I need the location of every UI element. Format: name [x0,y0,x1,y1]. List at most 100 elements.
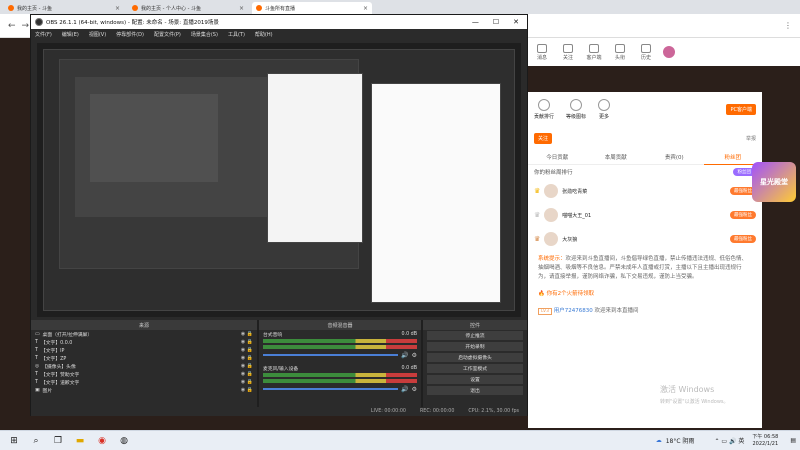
source-item[interactable]: ▣ 图片 ◉ 🔒 [31,386,257,394]
system-tray-icons[interactable]: ⌃ ▭ 🔊 英 [714,436,744,445]
visibility-icon[interactable]: ◉ 🔒 [241,355,253,361]
visibility-icon[interactable]: ◉ 🔒 [241,371,253,377]
header-icon-history[interactable]: 历史 [636,43,656,61]
user-avatar[interactable] [662,45,676,59]
menu-tools[interactable]: 工具(T) [228,31,245,38]
gear-icon[interactable]: ⚙ [412,352,417,359]
obs-window: OBS 26.1.1 (64-bit, windows) - 配置: 未命名 -… [30,14,528,416]
header-icon-title[interactable]: 头衔 [610,43,630,61]
follow-button[interactable]: 关注 [534,132,553,144]
browser-tab-active[interactable]: 斗鱼所有直播 × [252,2,372,14]
menu-scene-collection[interactable]: 场景集合(S) [191,31,218,38]
close-tab-icon[interactable]: × [363,5,368,12]
rank-item[interactable]: ♛ 张勋吃青菜 最强粉丝 [528,179,762,203]
menu-docks[interactable]: 停靠部件(D) [116,31,144,38]
tab-today-contribution[interactable]: 今日贡献 [528,150,587,165]
text-icon: T [35,355,38,361]
mixer-channel: 台式音响 0.0 dB [263,331,417,338]
mixer-channel: 麦克风/输入设备 0.0 dB [263,365,417,372]
settings-button[interactable]: 设置 [427,375,523,384]
fire-message[interactable]: 🔥 你有2个火箭待领取 [528,286,762,303]
gear-icon[interactable]: ⚙ [412,386,417,393]
browser-tab[interactable]: 我的主页 - 斗鱼 × [4,2,124,14]
crown-icon: ♛ [534,187,541,195]
source-item[interactable]: ◎ 【摄像头】头像 ◉ 🔒 [31,362,257,370]
windows-start-icon[interactable]: ⊞ [6,434,22,448]
medal-icon [570,98,583,111]
close-icon[interactable]: ✕ [513,18,519,26]
menu-view[interactable]: 视图(V) [89,31,106,38]
maximize-icon[interactable]: ☐ [493,18,499,26]
back-arrow-icon[interactable]: ← [8,21,16,31]
exit-button[interactable]: 退出 [427,386,523,395]
more-icon [598,98,611,111]
obs-docks: 来源 ▭ 桌面（打开/拉伸满屏） ◉ 🔒 T 【文字】0.0.0 ◉ 🔒 T 【文字】IP… [31,320,527,416]
clock[interactable]: 下午 06:58 2022/1/21 [752,434,778,448]
visibility-icon[interactable]: ◉ 🔒 [241,331,253,337]
visibility-icon[interactable]: ◉ 🔒 [241,339,253,345]
obs-title: OBS 26.1.1 (64-bit, windows) - 配置: 未命名 -… [46,20,219,26]
rank-avatar [544,184,559,198]
visibility-icon[interactable]: ◉ 🔒 [241,347,253,353]
report-button[interactable]: 举报 [746,135,756,142]
tab-week-contribution[interactable]: 本周贡献 [586,150,645,165]
source-item[interactable]: T 【文字】IP ◉ 🔒 [31,346,257,354]
source-item[interactable]: T 【文字】道歉文字 ◉ 🔒 [31,378,257,386]
tab-vip[interactable]: 贵宾(0) [645,150,704,165]
source-item[interactable]: T 【文字】0.0.0 ◉ 🔒 [31,338,257,346]
visibility-icon[interactable]: ◉ 🔒 [241,363,253,369]
header-icon-client[interactable]: 客户端 [584,43,604,61]
pc-client-button[interactable]: PC客户端 [726,103,756,115]
volume-slider-row: 🔊 ⚙ [263,385,417,393]
file-explorer-icon[interactable]: ▬ [72,434,88,448]
audio-mixer-dock: 音频混音器 台式音响 0.0 dB 🔊 ⚙ 麦克风/输入设备 0.0 dB 🔊 ⚙ [259,320,421,416]
download-icon [589,43,599,53]
minimize-icon[interactable]: — [472,18,479,26]
virtual-camera-button[interactable]: 启动虚拟摄像头 [427,353,523,362]
volume-slider[interactable] [263,388,399,390]
header-icon-message[interactable]: 消息 [532,43,552,61]
browser-menu-icon[interactable]: ⋮ [784,21,792,30]
chat-username[interactable]: 用户72476830 [554,308,593,314]
menu-help[interactable]: 帮助(H) [255,31,273,38]
weather-widget[interactable]: ☁ 18°C 阴雨 [656,436,695,445]
menu-edit[interactable]: 编辑(E) [62,31,79,38]
source-item[interactable]: ▭ 桌面（打开/拉伸满屏） ◉ 🔒 [31,330,257,338]
menu-file[interactable]: 文件(F) [35,31,52,38]
rank-item[interactable]: ♛ 喵喵大王_01 最强粉丝 [528,203,762,227]
tab-label: 斗鱼所有直播 [265,5,296,12]
chrome-icon[interactable]: ◉ [94,434,110,448]
obs-taskbar-icon[interactable]: ◍ [116,434,132,448]
studio-mode-button[interactable]: 工作室模式 [427,364,523,373]
search-icon[interactable]: ⌕ [28,434,44,448]
visibility-icon[interactable]: ◉ 🔒 [241,379,253,385]
notification-icon[interactable]: ▤ [790,437,796,444]
browser-tab[interactable]: 我的主页 - 个人中心 - 斗鱼 × [128,2,248,14]
more-button[interactable]: 更多 [598,98,611,120]
text-icon: T [35,339,38,345]
header-icon-follow[interactable]: 关注 [558,43,578,61]
task-view-icon[interactable]: ❐ [50,434,66,448]
monitor-icon: ▭ [35,331,40,337]
close-tab-icon[interactable]: × [239,5,244,12]
stop-stream-button[interactable]: 停止推流 [427,331,523,340]
rank-item[interactable]: ♛ 大灰狼 最强粉丝 [528,227,762,251]
visibility-icon[interactable]: ◉ 🔒 [241,387,253,393]
badge-icon [615,43,625,53]
source-item[interactable]: T 【文字】ZP ◉ 🔒 [31,354,257,362]
close-tab-icon[interactable]: × [115,5,120,12]
obs-status-bar: LIVE: 00:00:00 REC: 00:00:00 CPU: 2.1%, … [31,407,527,416]
volume-slider-row: 🔊 ⚙ [263,351,417,359]
start-recording-button[interactable]: 开始录制 [427,342,523,351]
text-icon: T [35,347,38,353]
level-icon-button[interactable]: 等级图标 [566,98,586,120]
speaker-icon[interactable]: 🔊 [401,352,408,359]
volume-slider[interactable] [263,354,399,356]
source-item[interactable]: T 【文字】赞助文字 ◉ 🔒 [31,370,257,378]
contribution-rank-button[interactable]: 贡献排行 [534,98,554,120]
obs-preview[interactable] [37,43,521,317]
menu-profile[interactable]: 配置文件(P) [154,31,181,38]
speaker-icon[interactable]: 🔊 [401,386,408,393]
volume-meter [263,373,417,377]
forward-arrow-icon[interactable]: → [22,21,30,31]
